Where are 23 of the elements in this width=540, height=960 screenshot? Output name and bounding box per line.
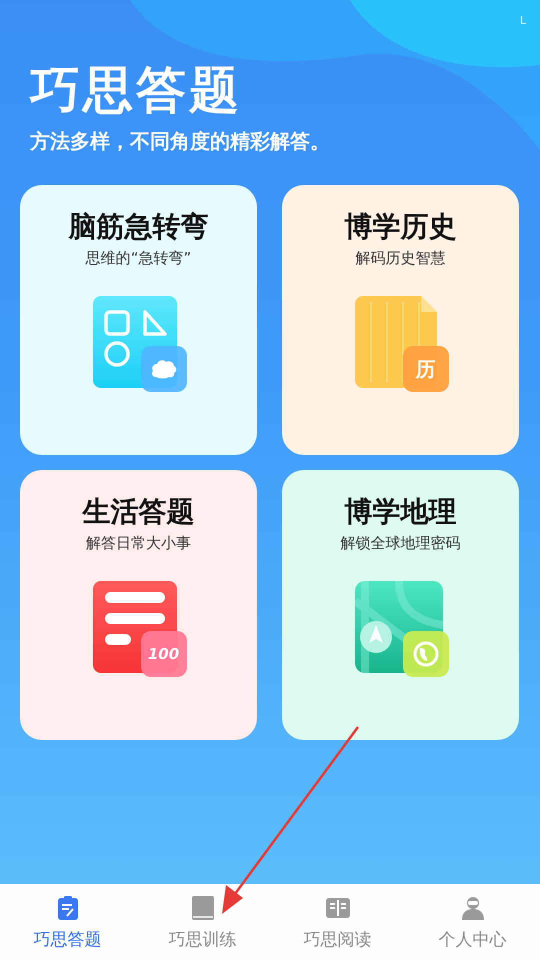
book-icon — [192, 896, 214, 920]
card-title: 脑筋急转弯 — [68, 209, 208, 245]
card-title: 博学历史 — [344, 209, 456, 245]
app-subtitle: 方法多样，不同角度的精彩解答。 — [30, 128, 331, 155]
card-title: 生活答题 — [82, 494, 194, 530]
card-subtitle: 思维的“急转弯” — [86, 249, 192, 268]
score-badge: 100 — [140, 631, 186, 677]
category-card[interactable]: 博学历史 解码历史智慧 历 — [282, 185, 519, 455]
open-book-icon — [326, 898, 350, 918]
person-icon — [462, 896, 484, 920]
card-subtitle: 解答日常大小事 — [86, 534, 191, 553]
card-title: 博学地理 — [344, 494, 456, 530]
clipboard-icon — [58, 896, 78, 920]
category-card[interactable]: 博学地理 解锁全球地理密码 — [282, 470, 519, 740]
card-subtitle: 解锁全球地理密码 — [340, 534, 460, 553]
app-title: 巧思答题 — [30, 60, 243, 120]
status-indicator: L — [520, 14, 526, 29]
category-card[interactable]: 脑筋急转弯 思维的“急转弯” — [20, 185, 257, 455]
tab-item[interactable]: 巧思答题 — [0, 884, 135, 960]
category-card[interactable]: 生活答题 解答日常大小事 100 — [20, 470, 257, 740]
card-subtitle: 解码历史智慧 — [356, 249, 446, 268]
globe-icon — [402, 631, 448, 677]
history-badge: 历 — [402, 346, 448, 392]
